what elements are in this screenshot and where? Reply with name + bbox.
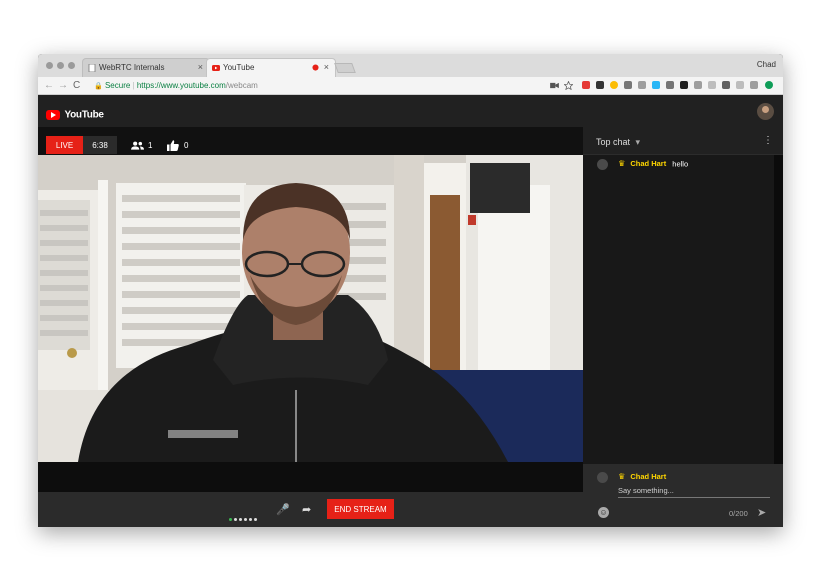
message-author: Chad Hart	[630, 159, 667, 169]
extension-icon[interactable]	[736, 81, 744, 89]
author-avatar	[597, 159, 608, 170]
stream-stats-bar: LIVE 6:38 1 0	[38, 127, 583, 155]
message-text: hello	[672, 159, 689, 169]
chat-scrollbar[interactable]	[774, 155, 783, 464]
profile-name[interactable]: Chad	[757, 60, 776, 69]
youtube-header: YouTube	[38, 95, 783, 127]
address-bar[interactable]: 🔒 Secure | https://www.youtube.com/webca…	[88, 79, 572, 93]
extension-icon[interactable]	[582, 81, 590, 89]
extension-icon[interactable]	[610, 81, 618, 89]
viewers-icon	[131, 141, 144, 150]
extension-icon[interactable]	[666, 81, 674, 89]
emoji-icon[interactable]: ☺	[598, 507, 609, 518]
extension-icon[interactable]	[638, 81, 646, 89]
composer-author: Chad Hart	[630, 472, 667, 482]
new-tab-button[interactable]	[334, 63, 356, 73]
microphone-icon[interactable]: 🎤	[276, 503, 290, 516]
youtube-logo[interactable]: YouTube	[46, 106, 104, 121]
extension-icon[interactable]	[652, 81, 660, 89]
owner-crown-icon: ♛	[618, 159, 626, 169]
minimize-window-button[interactable]	[57, 62, 64, 69]
extension-icon[interactable]	[680, 81, 688, 89]
page-icon	[88, 64, 96, 72]
viewer-count: 1	[148, 141, 153, 150]
extension-icon[interactable]	[765, 81, 773, 89]
extension-icon[interactable]	[722, 81, 730, 89]
tab-youtube[interactable]: YouTube ×	[206, 58, 336, 77]
mail-icon[interactable]	[624, 81, 632, 89]
youtube-wordmark: YouTube	[64, 109, 104, 121]
chat-composer: ♛ Chad Hart Say something... ☺ 0/200 ➤	[583, 464, 783, 527]
recording-indicator-icon	[312, 64, 319, 71]
end-stream-button[interactable]: END STREAM	[327, 499, 394, 519]
chat-header: Top chat ▾ ⋮	[583, 127, 783, 155]
bookmark-star-icon[interactable]	[564, 81, 573, 90]
extension-icon[interactable]	[750, 81, 758, 89]
extension-icon[interactable]	[596, 81, 604, 89]
secure-label: Secure	[104, 81, 131, 90]
url-path: /webcam	[225, 81, 258, 90]
browser-toolbar: ← → C 🔒 Secure | https://www.youtube.com…	[38, 77, 783, 95]
chat-mode-label: Top chat	[596, 137, 631, 147]
tab-webrtc-internals[interactable]: WebRTC Internals ×	[82, 58, 210, 77]
more-options-icon[interactable]: ⋮	[763, 135, 773, 146]
send-icon[interactable]: ➤	[757, 506, 766, 519]
youtube-favicon-icon	[212, 65, 220, 71]
chat-mode-dropdown[interactable]: Top chat ▾	[596, 137, 640, 148]
chevron-down-icon: ▾	[635, 137, 641, 147]
close-tab-icon[interactable]: ×	[198, 62, 203, 72]
close-tab-icon[interactable]: ×	[324, 62, 329, 72]
share-icon[interactable]: ➦	[302, 503, 311, 516]
tab-title: YouTube	[223, 63, 255, 72]
camera-icon[interactable]	[550, 82, 559, 89]
live-chat-panel: Top chat ▾ ⋮ ♛ Chad Hart hello ♛ Chad Ha…	[583, 127, 783, 527]
forward-icon[interactable]: →	[58, 80, 68, 91]
account-avatar[interactable]	[757, 103, 774, 120]
stream-controls: 🎤 ➦ END STREAM	[38, 492, 583, 527]
tab-title: WebRTC Internals	[99, 63, 165, 72]
close-window-button[interactable]	[46, 62, 53, 69]
character-counter: 0/200	[729, 509, 748, 518]
youtube-play-icon	[46, 109, 60, 120]
author-avatar	[597, 472, 608, 483]
composer-identity: ♛ Chad Hart	[597, 472, 670, 483]
lock-icon: 🔒	[94, 83, 103, 90]
extension-icon[interactable]	[708, 81, 716, 89]
address-separator: |	[132, 81, 135, 90]
url-scheme-host: https://www.youtube.com	[136, 81, 226, 90]
back-icon[interactable]: ←	[44, 80, 54, 91]
chat-message-input[interactable]: Say something...	[618, 486, 770, 498]
extension-icon[interactable]	[694, 81, 702, 89]
elapsed-time: 6:38	[83, 136, 117, 154]
webcam-video-frame[interactable]	[38, 155, 583, 462]
maximize-window-button[interactable]	[68, 62, 75, 69]
thumbs-up-icon	[167, 140, 179, 151]
like-count: 0	[184, 141, 189, 150]
video-letterbox	[38, 462, 583, 492]
reload-icon[interactable]: C	[73, 80, 80, 91]
live-badge: LIVE	[46, 136, 83, 154]
chat-message: ♛ Chad Hart hello	[597, 159, 688, 170]
audio-level-indicator	[229, 508, 259, 526]
tab-strip: WebRTC Internals × YouTube × Chad	[38, 54, 783, 77]
owner-crown-icon: ♛	[618, 472, 626, 482]
browser-window: WebRTC Internals × YouTube × Chad ← → C …	[38, 54, 783, 527]
stream-area: LIVE 6:38 1 0 🎤 ➦ END STREAM	[38, 127, 583, 527]
